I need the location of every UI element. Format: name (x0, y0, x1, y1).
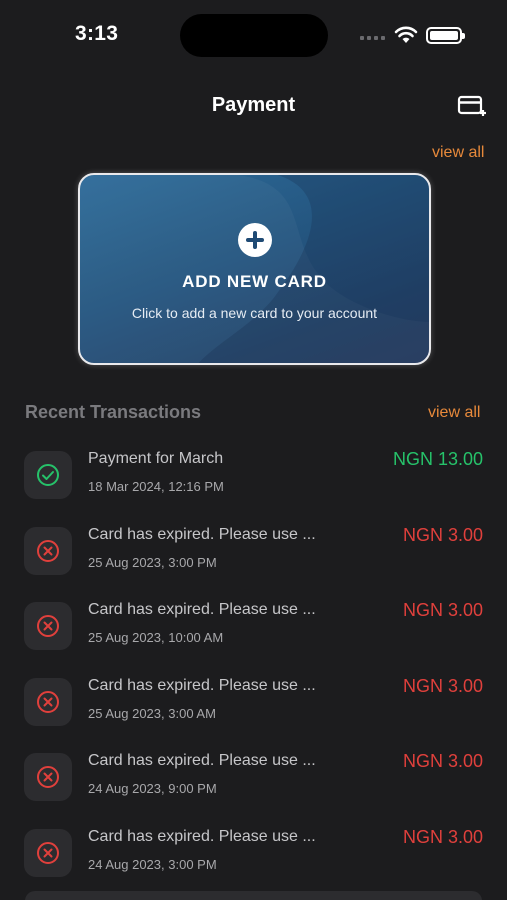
add-card-title: ADD NEW CARD (182, 272, 327, 291)
transaction-amount: NGN 3.00 (402, 675, 483, 696)
dynamic-island (180, 14, 328, 57)
failed-x-icon (37, 615, 59, 638)
transaction-status-box (24, 677, 72, 726)
status-time: 3:13 (75, 22, 119, 45)
transaction-row[interactable]: Card has expired. Please use ... 25 Aug … (0, 592, 507, 668)
transaction-date: 25 Aug 2023, 3:00 AM (88, 705, 216, 721)
wifi-icon (394, 26, 418, 43)
transaction-date: 25 Aug 2023, 10:00 AM (88, 630, 224, 646)
failed-x-icon (37, 766, 59, 789)
add-card-subtitle: Click to add a new card to your account (131, 305, 378, 321)
failed-x-icon (37, 539, 59, 562)
transaction-description: Card has expired. Please use ... (88, 752, 316, 770)
view-all-transactions-link[interactable]: view all (428, 404, 480, 422)
add-new-card-button[interactable]: ADD NEW CARD Click to add a new card to … (78, 173, 431, 365)
transaction-amount: NGN 3.00 (402, 524, 483, 545)
page-title: Payment (211, 94, 296, 116)
recent-transactions-title: Recent Transactions (25, 402, 202, 422)
transaction-amount: NGN 3.00 (402, 826, 483, 847)
transaction-row[interactable]: Card has expired. Please use ... 24 Aug … (0, 819, 507, 895)
battery-icon (426, 27, 465, 44)
success-check-icon (37, 464, 59, 486)
transaction-row[interactable]: Card has expired. Please use ... 25 Aug … (0, 668, 507, 744)
transaction-status-box (24, 753, 72, 802)
failed-x-icon (37, 690, 59, 713)
transaction-description: Card has expired. Please use ... (88, 827, 316, 845)
transaction-date: 18 Mar 2024, 12:16 PM (88, 479, 224, 494)
transaction-row[interactable]: Payment for March 18 Mar 2024, 12:16 PM … (0, 441, 507, 517)
add-card-icon[interactable] (457, 94, 487, 120)
transaction-description: Payment for March (88, 450, 224, 467)
status-bar: 3:13 (0, 0, 507, 70)
transaction-date: 24 Aug 2023, 3:00 PM (88, 856, 217, 872)
transaction-amount: NGN 13.00 (392, 449, 483, 469)
cellular-signal-icon (360, 36, 385, 40)
transaction-status-box (24, 526, 72, 575)
transaction-list: Payment for March 18 Mar 2024, 12:16 PM … (0, 441, 507, 895)
view-all-cards-link[interactable]: view all (432, 144, 484, 162)
transaction-status-box (24, 828, 72, 877)
plus-circle-icon (238, 223, 272, 257)
bottom-sheet-edge (25, 891, 482, 900)
transaction-status-box (24, 451, 72, 499)
transaction-description: Card has expired. Please use ... (88, 525, 316, 543)
transaction-description: Card has expired. Please use ... (88, 676, 316, 694)
card-wave-decoration (80, 175, 429, 363)
failed-x-icon (37, 841, 59, 864)
transaction-date: 25 Aug 2023, 3:00 PM (88, 554, 217, 570)
transaction-amount: NGN 3.00 (402, 751, 483, 772)
transaction-amount: NGN 3.00 (402, 600, 483, 621)
transaction-description: Card has expired. Please use ... (88, 601, 316, 619)
transaction-row[interactable]: Card has expired. Please use ... 24 Aug … (0, 743, 507, 819)
transaction-row[interactable]: Card has expired. Please use ... 25 Aug … (0, 517, 507, 593)
transaction-status-box (24, 602, 72, 651)
transaction-date: 24 Aug 2023, 9:00 PM (88, 781, 217, 797)
